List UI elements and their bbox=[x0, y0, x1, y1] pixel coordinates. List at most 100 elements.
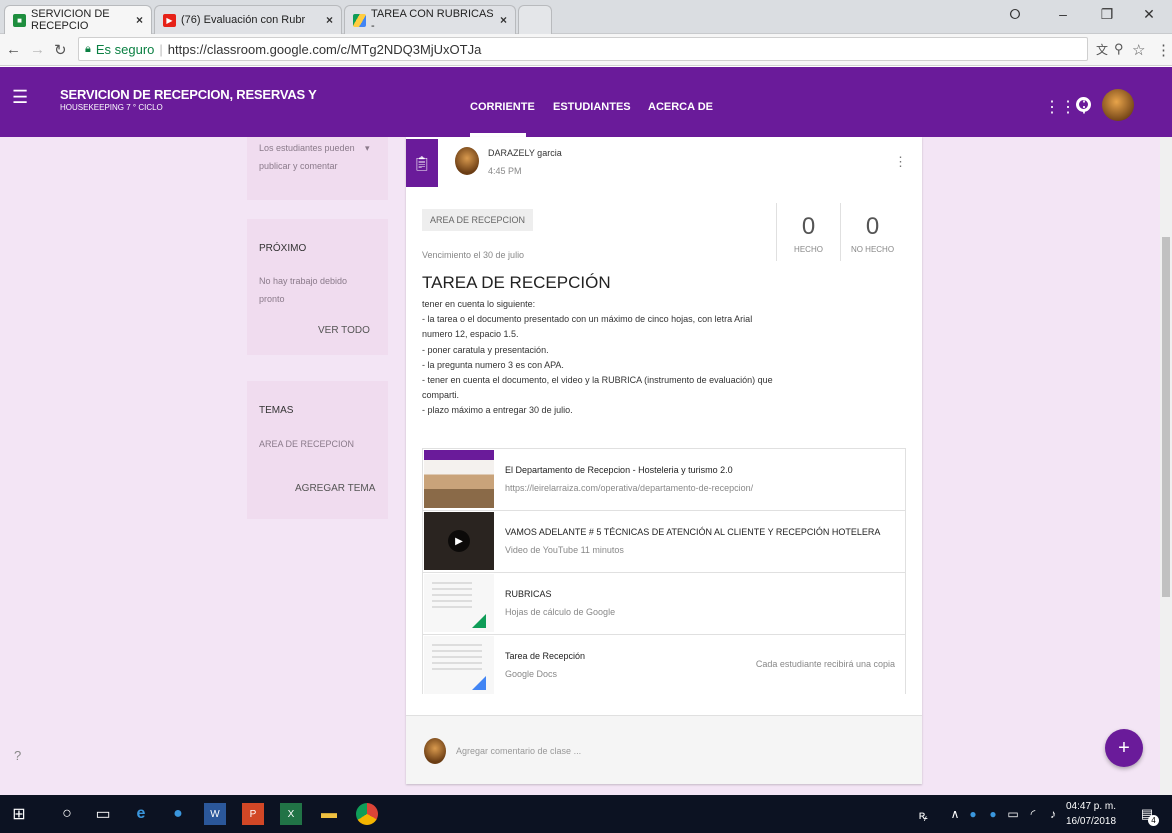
attachment-title: RUBRICAS bbox=[505, 589, 552, 599]
description-line: - la pregunta numero 3 es con APA. bbox=[422, 359, 564, 370]
author-name: DARAZELY garcia bbox=[488, 148, 562, 158]
browser-tab-drive[interactable]: TAREA CON RUBRICAS - × bbox=[344, 5, 516, 34]
taskbar: ⊞ ○ ▭ e ● W P X ▬ ꝶ ∧ ● ● ▭ ◜ ♪ 04:47 p.… bbox=[0, 795, 1172, 833]
lock-icon: 🔒︎ bbox=[85, 42, 91, 55]
sheets-icon bbox=[472, 614, 486, 628]
forward-icon[interactable]: → bbox=[30, 41, 45, 58]
more-options-icon[interactable]: ⋮ bbox=[894, 154, 907, 170]
avatar[interactable] bbox=[1102, 89, 1134, 121]
search-icon[interactable]: ○ bbox=[56, 803, 78, 825]
doc-thumbnail bbox=[424, 636, 494, 694]
profile-icon[interactable]: ⭘ bbox=[1000, 6, 1030, 23]
restore-icon[interactable]: ❐ bbox=[1092, 6, 1122, 23]
attachment-video[interactable]: ▶ VAMOS ADELANTE # 5 TÉCNICAS DE ATENCIÓ… bbox=[423, 511, 905, 573]
avatar bbox=[424, 738, 446, 764]
not-done-stat[interactable]: 0 NO HECHO bbox=[840, 203, 904, 261]
network-icon[interactable]: ▭ bbox=[1002, 803, 1024, 825]
course-title[interactable]: SERVICION DE RECEPCION, RESERVAS Y bbox=[60, 87, 317, 102]
classroom-header: ☰ SERVICION DE RECEPCION, RESERVAS Y HOU… bbox=[0, 67, 1172, 137]
class-comment-input[interactable]: Agregar comentario de clase ... bbox=[456, 746, 581, 756]
done-label: HECHO bbox=[794, 245, 823, 254]
topic-item[interactable]: AREA DE RECEPCION bbox=[259, 437, 354, 451]
url-separator: | bbox=[159, 41, 163, 57]
bluetooth-icon[interactable]: ● bbox=[962, 803, 984, 825]
close-icon[interactable]: × bbox=[136, 13, 143, 27]
new-tab-button[interactable] bbox=[518, 5, 552, 34]
close-icon[interactable]: × bbox=[326, 13, 333, 27]
tab-title: TAREA CON RUBRICAS - bbox=[371, 8, 494, 32]
store-icon[interactable]: ● bbox=[167, 803, 189, 825]
attachment-subtitle: Google Docs bbox=[505, 669, 558, 679]
back-icon[interactable]: ← bbox=[6, 41, 21, 58]
scrollbar[interactable] bbox=[1160, 137, 1172, 795]
minimize-icon[interactable]: – bbox=[1048, 6, 1078, 22]
done-stat[interactable]: 0 HECHO bbox=[776, 203, 840, 261]
permissions-line1[interactable]: Los estudiantes pueden bbox=[259, 141, 355, 155]
task-view-icon[interactable]: ▭ bbox=[92, 803, 114, 825]
upcoming-line1: No hay trabajo debido bbox=[259, 276, 348, 286]
clock-time[interactable]: 04:47 p. m. bbox=[1066, 801, 1116, 812]
copy-note: Cada estudiante recibirá una copia bbox=[755, 659, 895, 669]
attachment-subtitle: Video de YouTube 11 minutos bbox=[505, 545, 624, 555]
scrollbar-thumb[interactable] bbox=[1162, 237, 1170, 597]
bookmark-star-icon[interactable]: ☆ bbox=[1132, 41, 1145, 59]
close-icon[interactable]: × bbox=[500, 13, 507, 27]
attachment-subtitle: Hojas de cálculo de Google bbox=[505, 607, 616, 617]
tab-about[interactable]: ACERCA DE bbox=[648, 101, 713, 113]
description-line: numero 12, espacio 1.5. bbox=[422, 329, 519, 340]
view-all-link[interactable]: VER TODO bbox=[318, 325, 370, 336]
attachment-sheet[interactable]: RUBRICAS Hojas de cálculo de Google bbox=[423, 573, 905, 635]
info-icon[interactable]: ● bbox=[982, 803, 1004, 825]
hamburger-menu-icon[interactable]: ☰ bbox=[12, 87, 28, 108]
tab-stream[interactable]: CORRIENTE bbox=[470, 101, 535, 113]
menu-icon[interactable]: ⋮ bbox=[1156, 41, 1171, 59]
upcoming-title: PRÓXIMO bbox=[259, 243, 307, 254]
attachment-title: El Departamento de Recepcion - Hosteleri… bbox=[505, 465, 733, 475]
classroom-icon: ■ bbox=[13, 13, 26, 27]
clock-date[interactable]: 16/07/2018 bbox=[1066, 816, 1116, 827]
post-time: 4:45 PM bbox=[488, 166, 522, 176]
assignment-description: tener en cuenta lo siguiente: - la tarea… bbox=[422, 297, 802, 419]
dropdown-arrow-icon[interactable]: ▾ bbox=[365, 141, 370, 155]
attachment-doc[interactable]: Tarea de Recepción Google Docs Cada estu… bbox=[423, 635, 905, 697]
author-avatar bbox=[455, 147, 479, 175]
attachment-link[interactable]: El Departamento de Recepcion - Hosteleri… bbox=[423, 449, 905, 511]
link-thumbnail bbox=[424, 450, 494, 508]
file-explorer-icon[interactable]: ▬ bbox=[318, 803, 340, 825]
people-icon[interactable]: ꝶ bbox=[912, 803, 934, 825]
attachments-list: El Departamento de Recepcion - Hosteleri… bbox=[422, 448, 906, 697]
topic-chip[interactable]: AREA DE RECEPCION bbox=[422, 209, 534, 231]
assignment-title[interactable]: TAREA DE RECEPCIÓN bbox=[422, 273, 611, 293]
description-line: tener en cuenta lo siguiente: bbox=[422, 299, 536, 309]
due-date: Vencimiento el 30 de julio bbox=[422, 250, 525, 260]
url-input[interactable]: 🔒︎ Es seguro | https://classroom.google.… bbox=[78, 37, 1088, 61]
description-line: - plazo máximo a entregar 30 de julio. bbox=[422, 405, 573, 416]
upcoming-card: PRÓXIMO No hay trabajo debido pronto VER… bbox=[247, 219, 388, 355]
browser-tab-classroom[interactable]: ■ SERVICION DE RECEPCIO × bbox=[4, 5, 152, 34]
permissions-line2[interactable]: publicar y comentar bbox=[259, 159, 338, 173]
edge-icon[interactable]: e bbox=[130, 803, 152, 825]
excel-icon[interactable]: X bbox=[280, 803, 302, 825]
translate-icon[interactable]: 文 bbox=[1096, 41, 1108, 58]
tab-students[interactable]: ESTUDIANTES bbox=[553, 101, 631, 113]
upcoming-line2: pronto bbox=[259, 294, 285, 304]
topics-title: TEMAS bbox=[259, 405, 294, 416]
windows-start-icon[interactable]: ⊞ bbox=[8, 803, 30, 825]
secure-label: Es seguro bbox=[95, 41, 155, 57]
help-icon[interactable]: ? bbox=[14, 748, 21, 763]
volume-icon[interactable]: ♪ bbox=[1042, 803, 1064, 825]
notification-count: 4 bbox=[1148, 815, 1159, 826]
powerpoint-icon[interactable]: P bbox=[242, 803, 264, 825]
zoom-icon[interactable]: ⚲ bbox=[1114, 41, 1124, 57]
add-button[interactable]: + bbox=[1105, 729, 1143, 767]
window-close-icon[interactable]: ✕ bbox=[1134, 6, 1164, 23]
notification-icon[interactable] bbox=[1076, 97, 1091, 112]
wifi-icon[interactable]: ◜ bbox=[1022, 803, 1044, 825]
reload-icon[interactable]: ↻ bbox=[54, 41, 67, 59]
add-topic-button[interactable]: AGREGAR TEMA bbox=[295, 483, 375, 494]
browser-tab-youtube[interactable]: ▶ (76) Evaluación con Rubr × bbox=[154, 5, 342, 34]
word-icon[interactable]: W bbox=[204, 803, 226, 825]
chrome-icon[interactable] bbox=[356, 803, 378, 825]
docs-icon bbox=[472, 676, 486, 690]
video-thumbnail: ▶ bbox=[424, 512, 494, 570]
